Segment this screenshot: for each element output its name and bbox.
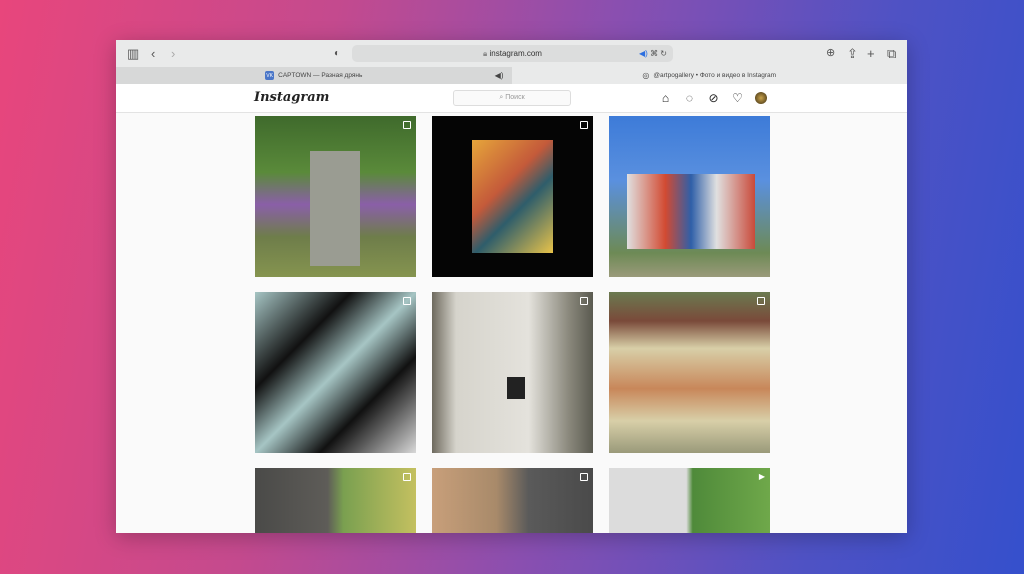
post-tile[interactable] [255, 292, 416, 453]
speaker-icon[interactable]: ◀) [495, 71, 504, 80]
tab-label: @artpogallery • Фото и видео в Instagram [653, 72, 777, 79]
multiple-posts-icon [757, 297, 765, 305]
instagram-logo[interactable]: Instagram [254, 90, 329, 105]
download-icon[interactable]: ⊕ [826, 46, 835, 61]
multiple-posts-icon [580, 297, 588, 305]
post-tile[interactable] [432, 468, 593, 533]
tab-label: CAPTOWN — Разная дрянь [278, 72, 363, 79]
explore-icon[interactable]: ⊘ [707, 91, 720, 105]
multiple-posts-icon [403, 473, 411, 481]
post-tile[interactable]: ▶ [609, 468, 770, 533]
multiple-posts-icon [580, 121, 588, 129]
tab-bar: VK CAPTOWN — Разная дрянь ◀) ◎ @artpogal… [116, 67, 907, 84]
avatar[interactable] [755, 92, 767, 104]
post-tile[interactable] [432, 292, 593, 453]
heart-icon[interactable]: ♡ [731, 91, 744, 105]
translate-icon[interactable]: ⌘ [650, 49, 658, 58]
search-input[interactable]: ⌕ Поиск [453, 90, 571, 106]
post-tile[interactable] [432, 116, 593, 277]
privacy-shield-icon[interactable]: ◐ [334, 46, 340, 61]
tab-overview-icon[interactable]: ⧉ [887, 46, 896, 61]
multiple-posts-icon [403, 121, 411, 129]
post-tile[interactable] [255, 116, 416, 277]
video-icon: ▶ [758, 472, 765, 481]
home-icon[interactable]: ⌂ [659, 91, 672, 105]
share-icon[interactable]: ⇪ [847, 46, 858, 61]
back-icon[interactable]: ‹ [151, 46, 155, 61]
new-tab-icon[interactable]: + [867, 46, 875, 61]
post-grid: ▶ [255, 116, 770, 533]
audio-icon[interactable]: ◀) [639, 49, 648, 58]
tab-captown[interactable]: VK CAPTOWN — Разная дрянь ◀) [116, 67, 512, 84]
post-tile[interactable] [255, 468, 416, 533]
forward-icon[interactable]: › [171, 46, 175, 61]
tab-artpogallery[interactable]: ◎ @artpogallery • Фото и видео в Instagr… [511, 67, 907, 84]
instagram-icon: ◎ [642, 71, 650, 80]
instagram-header: Instagram ⌕ Поиск ⌂ ◌ ⊘ ♡ [116, 84, 907, 113]
browser-toolbar: ▥ ‹ › ◐ 🔒︎ instagram.com ◀) ⌘ ↻ ⊕ ⇪ + ⧉ [116, 40, 907, 67]
multiple-posts-icon [580, 473, 588, 481]
address-bar[interactable]: 🔒︎ instagram.com ◀) ⌘ ↻ [352, 45, 673, 62]
sidebar-icon[interactable]: ▥ [127, 46, 139, 61]
url-text: instagram.com [489, 49, 542, 58]
post-tile[interactable] [609, 292, 770, 453]
reload-icon[interactable]: ↻ [660, 49, 667, 58]
multiple-posts-icon [403, 297, 411, 305]
search-placeholder: Поиск [505, 94, 525, 101]
messenger-icon[interactable]: ◌ [683, 91, 696, 105]
vk-icon: VK [265, 71, 275, 80]
browser-window: ▥ ‹ › ◐ 🔒︎ instagram.com ◀) ⌘ ↻ ⊕ ⇪ + ⧉ … [116, 40, 907, 533]
post-tile[interactable] [609, 116, 770, 277]
